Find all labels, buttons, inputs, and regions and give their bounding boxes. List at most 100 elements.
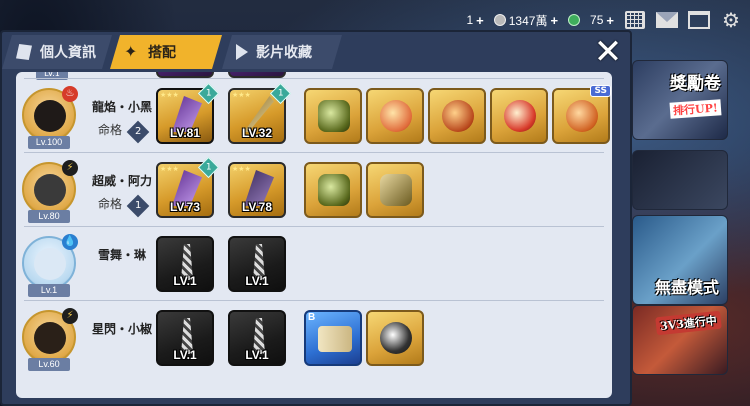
calendar-icon bbox=[625, 11, 645, 29]
character-row: ⚡ Lv.80 超威・阿力 命格 1 ★★★ 1 LV.73 ★★★ LV.78 bbox=[16, 156, 612, 224]
scroll-case-icon bbox=[380, 174, 412, 206]
treasure-slot[interactable] bbox=[366, 310, 424, 366]
character-name: 龍焰・小黑 bbox=[91, 100, 152, 114]
character-row: ♨ Lv.100 龍焰・小黑 命格 2 ★★★ 1 LV.81 ★★★ 1 LV… bbox=[16, 82, 612, 150]
loadout-panel: 個人資訊 ✦ 搭配 影片收藏 ✕ LV.1 ♨ Lv.100 龍焰・小黑 命格 bbox=[0, 30, 632, 406]
weapon-slot[interactable]: LV.1 bbox=[156, 236, 214, 292]
gem-icon bbox=[568, 14, 581, 26]
shop-button[interactable] bbox=[688, 10, 710, 30]
weapon-slot[interactable]: ★★★ 1 LV.81 bbox=[156, 82, 220, 144]
endless-mode-banner[interactable]: 無盡模式 bbox=[632, 215, 728, 305]
lightning-element-icon: ⚡ bbox=[62, 308, 78, 324]
rank-badge: B bbox=[308, 312, 316, 323]
level-tag: Lv.60 bbox=[28, 358, 70, 371]
stamina-count: 75 bbox=[590, 13, 604, 27]
ticket-count: 1 bbox=[466, 13, 474, 27]
mail-button[interactable] bbox=[656, 10, 678, 30]
tab-label: 搭配 bbox=[148, 45, 176, 61]
shop-icon bbox=[688, 11, 710, 29]
weapon-level: LV.1 bbox=[245, 274, 269, 288]
weapon-slot[interactable]: LV.1 bbox=[228, 236, 286, 292]
treasure-slot[interactable] bbox=[304, 88, 362, 144]
dragon-charm-icon bbox=[318, 174, 350, 206]
treasure-slot[interactable] bbox=[304, 162, 362, 218]
avatar[interactable]: ⚡ bbox=[22, 160, 78, 216]
star-icons: ★★★ bbox=[232, 165, 251, 173]
event-banner-2[interactable] bbox=[632, 150, 728, 210]
panda-shoe-icon bbox=[380, 322, 412, 354]
event-banner-1[interactable]: 獎勵卷 排行UP! bbox=[632, 60, 728, 140]
weapon-level: LV.81 bbox=[169, 126, 201, 140]
calendar-button[interactable] bbox=[624, 10, 646, 30]
ticket-resource[interactable]: 1 + bbox=[466, 13, 483, 28]
pvp-banner[interactable]: 3V3進行中 bbox=[632, 305, 728, 375]
character-portrait bbox=[34, 248, 66, 280]
card-icon bbox=[16, 44, 32, 60]
fate-badge: 1 bbox=[126, 194, 150, 218]
plus-icon: + bbox=[476, 12, 484, 28]
tab-label: 影片收藏 bbox=[256, 45, 312, 61]
treasure-slot[interactable] bbox=[366, 162, 424, 218]
fate-label: 命格 1 bbox=[98, 194, 150, 218]
banner-title: 無盡模式 bbox=[654, 278, 719, 297]
dragon-mask-icon bbox=[566, 100, 598, 132]
character-row: ⚡ Lv.60 星閃・小椒 LV.1 LV.1 B bbox=[16, 306, 612, 372]
close-button[interactable]: ✕ bbox=[590, 34, 626, 70]
settings-button[interactable]: ⚙ bbox=[720, 9, 742, 32]
avatar[interactable]: ⚡ bbox=[22, 308, 78, 364]
tab-video-collection[interactable]: 影片收藏 bbox=[222, 35, 342, 69]
lightning-element-icon: ⚡ bbox=[62, 160, 78, 176]
star-icons: ★★★ bbox=[232, 91, 251, 99]
treasure-slot[interactable]: SS bbox=[552, 85, 611, 144]
weapon-level: LV.1 bbox=[245, 348, 269, 362]
weapon-level: LV.73 bbox=[169, 200, 201, 214]
gear-icon: ⚙ bbox=[722, 9, 740, 32]
avatar[interactable]: 💧 bbox=[22, 234, 78, 290]
row-divider bbox=[24, 152, 604, 153]
weapon-slot[interactable]: ★★★ 1 LV.32 bbox=[228, 82, 292, 144]
character-list[interactable]: LV.1 ♨ Lv.100 龍焰・小黑 命格 2 ★★★ 1 LV.81 ★★★… bbox=[16, 72, 612, 398]
fire-orb-icon bbox=[442, 100, 474, 132]
play-icon bbox=[236, 44, 248, 60]
avatar[interactable]: ♨ bbox=[22, 86, 78, 142]
red-flame-icon bbox=[504, 100, 536, 132]
plus-icon: + bbox=[550, 12, 559, 28]
flame-orb-icon bbox=[380, 100, 412, 132]
dragon-charm-icon bbox=[318, 100, 350, 132]
weapon-slot[interactable]: ★★★ 1 LV.73 bbox=[156, 156, 220, 218]
treasure-slot[interactable] bbox=[428, 88, 486, 144]
treasure-slot[interactable] bbox=[366, 88, 424, 144]
fate-badge: 2 bbox=[126, 120, 150, 144]
character-name: 星閃・小椒 bbox=[91, 322, 152, 336]
fate-text: 命格 bbox=[98, 123, 123, 137]
weapon-slot[interactable]: LV.1 bbox=[156, 310, 214, 366]
panel-tabs: 個人資訊 ✦ 搭配 影片收藏 bbox=[2, 32, 630, 72]
fate-value: 1 bbox=[134, 200, 142, 211]
star-icons: ★★★ bbox=[160, 91, 179, 99]
banner-tag: 3V3進行中 bbox=[655, 310, 722, 336]
level-tag: Lv.80 bbox=[28, 210, 70, 223]
tab-profile[interactable]: 個人資訊 bbox=[2, 35, 112, 69]
treasure-slot[interactable] bbox=[490, 88, 548, 144]
weapon-slot[interactable]: LV.1 bbox=[228, 310, 286, 366]
row-divider bbox=[24, 226, 604, 227]
weapon-level: LV.32 bbox=[241, 126, 273, 140]
scroll-slot[interactable]: B bbox=[304, 310, 362, 366]
character-row: 💧 Lv.1 雪舞・琳 LV.1 LV.1 bbox=[16, 232, 612, 298]
stamina-resource[interactable]: 75 + bbox=[590, 13, 614, 28]
gem-resource[interactable] bbox=[568, 14, 581, 26]
upgrade-badge: 1 bbox=[197, 156, 220, 179]
character-portrait bbox=[34, 100, 66, 132]
character-portrait bbox=[34, 322, 66, 354]
tab-label: 個人資訊 bbox=[40, 45, 96, 61]
banner-title: 獎勵卷 bbox=[670, 74, 721, 94]
shuriken-icon: ✦ bbox=[124, 42, 138, 61]
plus-icon: + bbox=[606, 12, 614, 28]
weapon-slot[interactable]: ★★★ LV.78 bbox=[228, 162, 286, 218]
tab-loadout[interactable]: ✦ 搭配 bbox=[110, 35, 222, 69]
mail-icon bbox=[656, 12, 678, 28]
fire-element-icon: ♨ bbox=[62, 86, 78, 102]
coin-resource[interactable]: 1347萬 + bbox=[493, 12, 559, 29]
weapon-level: LV.78 bbox=[241, 200, 273, 214]
level-tag: Lv.100 bbox=[28, 136, 70, 149]
